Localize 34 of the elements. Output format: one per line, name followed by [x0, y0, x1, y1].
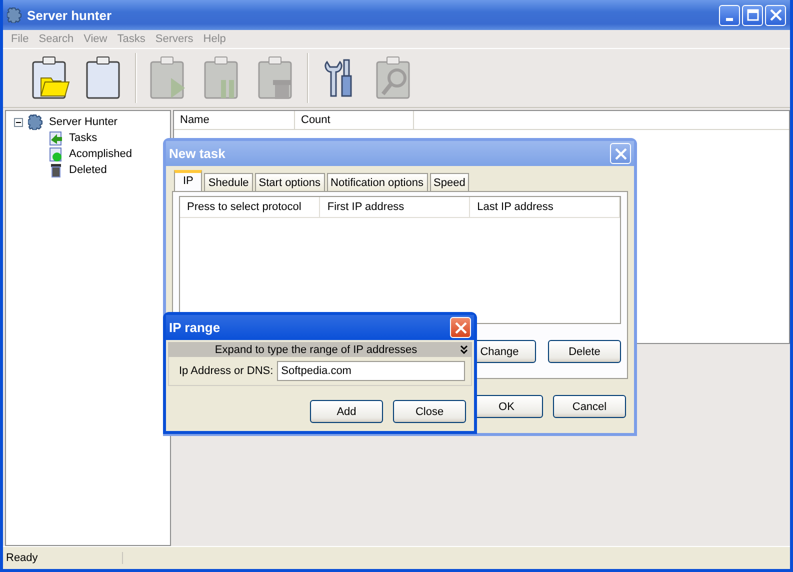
close-button[interactable] [450, 317, 471, 338]
field-label: Ip Address or DNS: [179, 365, 274, 377]
collapse-icon[interactable] [14, 118, 23, 126]
column-header[interactable]: Press to select protocol [180, 197, 320, 217]
cog-icon [7, 7, 23, 23]
close-icon [770, 9, 782, 21]
column-header[interactable]: Count [295, 111, 414, 129]
clipboard-check-icon [48, 146, 64, 162]
status-text: Ready [3, 552, 123, 564]
close-icon [454, 322, 466, 334]
maximize-button[interactable] [742, 4, 763, 26]
dialog-title: New task [169, 146, 226, 161]
chevron-down-icon [460, 345, 468, 354]
dialog-title: IP range [169, 320, 220, 335]
tree-item[interactable]: Acomplished [69, 148, 132, 160]
minimize-icon [726, 18, 733, 20]
tree-item[interactable]: Tasks [69, 132, 98, 144]
cog-icon [28, 114, 44, 130]
column-header[interactable]: Name [174, 111, 295, 129]
column-header[interactable]: First IP address [320, 197, 470, 217]
maximize-icon [746, 9, 758, 21]
minimize-button[interactable] [719, 4, 740, 26]
close-button[interactable] [765, 4, 786, 26]
tree-item[interactable]: Server Hunter [49, 116, 118, 128]
expand-label: Expand to type the range of IP addresses [214, 344, 418, 356]
window-title: Server hunter [27, 8, 112, 22]
expand-bar[interactable]: Expand to type the range of IP addresses [168, 342, 472, 357]
column-header[interactable]: Last IP address [470, 197, 620, 217]
dialog-button[interactable]: Close [393, 400, 466, 423]
input-field[interactable]: Softpedia.com [277, 361, 465, 381]
close-icon [614, 148, 626, 160]
trash-icon [48, 162, 64, 178]
tree-item[interactable]: Deleted [69, 164, 107, 176]
dialog-button[interactable]: Add [310, 400, 383, 423]
